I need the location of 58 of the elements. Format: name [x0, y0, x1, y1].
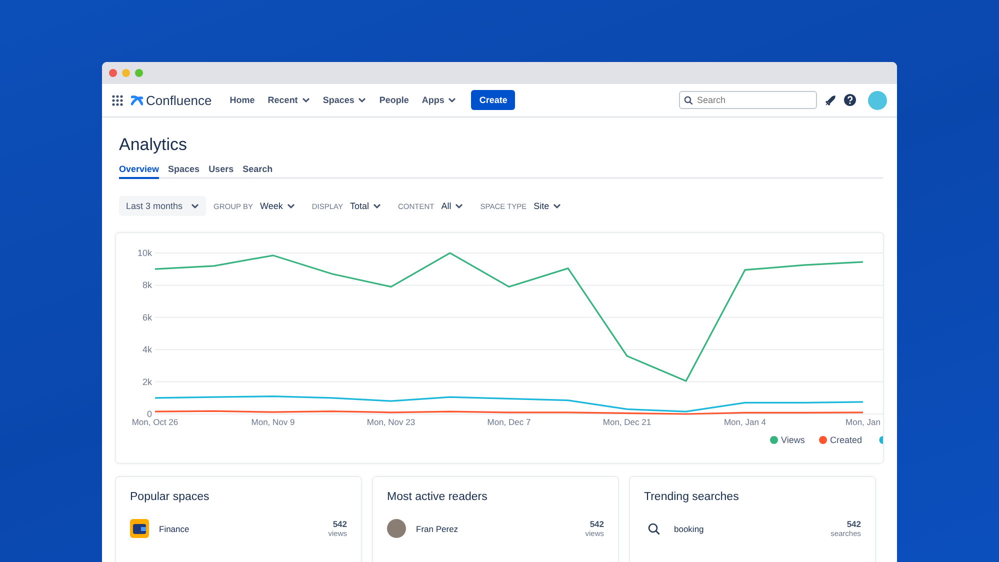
chevron-icon — [455, 203, 464, 209]
nav-link[interactable]: Spaces — [322, 95, 366, 105]
chevron-icon — [190, 203, 199, 209]
search-icon — [684, 96, 693, 104]
create-button[interactable]: Create — [471, 90, 516, 110]
user-avatar — [387, 519, 406, 538]
legend-label: Created — [830, 435, 862, 445]
legend-label: Views — [781, 435, 805, 445]
app-logo-text[interactable]: Confluence — [146, 92, 212, 108]
tab[interactable]: Spaces — [168, 164, 200, 179]
help-icon[interactable] — [844, 94, 856, 106]
y-axis-label: 6k — [142, 312, 152, 322]
x-axis-label: Mon, Oct 26 — [132, 417, 178, 427]
tab[interactable]: Overview — [119, 164, 160, 179]
nav-link[interactable]: People — [379, 95, 409, 105]
nav-link[interactable]: Recent — [268, 95, 310, 105]
count-value: 542 — [846, 519, 861, 529]
app-grid-icon[interactable] — [112, 94, 123, 106]
search-field[interactable]: Search — [679, 91, 817, 109]
y-axis-label: 4k — [142, 344, 152, 355]
maximize-dot[interactable] — [135, 69, 143, 77]
tab[interactable]: Search — [242, 164, 273, 179]
x-axis-label: Mon, Dec 7 — [487, 417, 531, 427]
y-axis-label: 0 — [146, 409, 152, 419]
logo-icon — [131, 94, 143, 106]
row-name[interactable]: Finance — [159, 524, 318, 534]
user-avatar[interactable] — [868, 90, 887, 110]
chevron-icon — [286, 203, 295, 209]
chevron-icon — [372, 203, 381, 209]
filter-dropdown[interactable]: All — [441, 201, 464, 211]
nav-link[interactable]: Apps — [422, 95, 456, 105]
search-icon — [648, 522, 660, 534]
x-axis-label: Mon, Jan 4 — [724, 417, 766, 427]
card-title: Trending searches — [644, 491, 740, 503]
filter-dropdown[interactable]: Week — [260, 201, 295, 211]
count-value: 542 — [332, 519, 347, 529]
row-name[interactable]: booking — [674, 524, 821, 534]
y-axis-label: 10k — [137, 248, 152, 258]
filter-dropdown[interactable]: Total — [350, 201, 381, 211]
page-title: Analytics — [119, 135, 188, 155]
filter-dropdown[interactable]: Site — [534, 201, 562, 211]
chevron-icon — [553, 203, 562, 209]
x-axis-label: Mon, Nov 23 — [366, 417, 416, 427]
y-axis-label: 8k — [142, 280, 152, 290]
minimize-dot[interactable] — [122, 69, 130, 77]
close-dot[interactable] — [109, 69, 117, 77]
y-axis-label: 2k — [142, 376, 152, 387]
count-value: 542 — [590, 519, 604, 529]
row-name[interactable]: Fran Perez — [416, 524, 576, 534]
card-title: Most active readers — [387, 491, 488, 503]
wallet-icon — [130, 519, 149, 538]
x-axis-label: Mon, Nov 9 — [251, 417, 295, 427]
x-axis-label: Mon, Dec 21 — [602, 417, 652, 427]
nav-link[interactable]: Home — [230, 95, 255, 105]
tab[interactable]: Users — [208, 164, 234, 179]
x-axis-label: Mon, Jan — [846, 417, 880, 427]
card-title: Popular spaces — [130, 491, 210, 503]
date-range-dropdown[interactable]: Last 3 months — [119, 196, 206, 216]
